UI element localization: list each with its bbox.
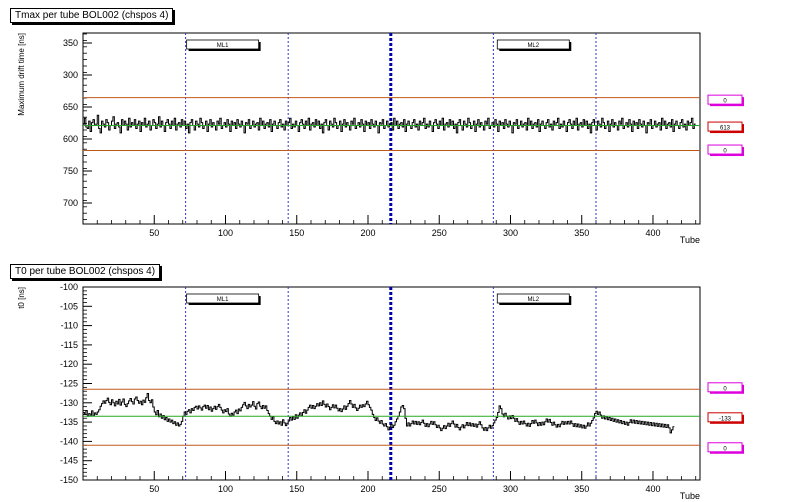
x-tick-label: 350 <box>574 484 589 494</box>
x-axis-label: Tube <box>680 235 700 245</box>
mean-label: 613 <box>720 126 731 132</box>
x-tick-label: 400 <box>645 228 660 238</box>
y-tick-label: -110 <box>61 321 78 331</box>
x-tick-label: 200 <box>360 484 375 494</box>
region-label-ml1: ML1 <box>217 297 229 303</box>
y-tick-label: 700 <box>63 198 78 208</box>
x-tick-label: 100 <box>218 228 233 238</box>
region-label-ml2: ML2 <box>527 43 539 49</box>
y-tick-label: -100 <box>60 282 78 292</box>
y-tick-label: -105 <box>60 301 78 311</box>
x-tick-label: 350 <box>574 228 589 238</box>
x-tick-label: 300 <box>503 484 518 494</box>
chart-panel-1: 350 300 650 600 750 700 50 100 150 200 250 300 350 40… <box>17 32 744 245</box>
chart-panel-2: -100 -105 -110 -115 -120 -125 -130 -135 -140 -145… <box>17 282 744 501</box>
y-tick-label: -120 <box>60 359 78 369</box>
x-tick-label: 50 <box>149 228 159 238</box>
x-tick-label: 400 <box>645 484 660 494</box>
x-tick-label: 150 <box>289 228 304 238</box>
x-tick-label: 250 <box>432 228 447 238</box>
region-label-ml2: ML2 <box>527 297 539 303</box>
x-tick-label: 100 <box>218 484 233 494</box>
y-axis-label: t0 [ns] <box>17 287 26 309</box>
x-tick-label: 250 <box>432 484 447 494</box>
y-tick-label: -140 <box>60 436 78 446</box>
x-tick-label: 50 <box>149 484 159 494</box>
chart-title-tmax: Tmax per tube BOL002 (chspos 4) <box>10 8 174 23</box>
y-tick-label: -150 <box>60 475 78 485</box>
region-label-ml1: ML1 <box>217 43 229 49</box>
y-tick-label: -135 <box>60 417 78 427</box>
mean-label: -133 <box>719 416 732 422</box>
y-tick-label: -125 <box>60 379 78 389</box>
y-axis-label: Maximum drift time [ns] <box>17 33 26 116</box>
chart-title-t0: T0 per tube BOL002 (chspos 4) <box>10 264 161 279</box>
y-tick-label: -145 <box>60 456 78 466</box>
y-tick-label: 750 <box>63 166 78 176</box>
x-tick-label: 200 <box>360 228 375 238</box>
y-tick-label: 650 <box>63 102 78 112</box>
y-tick-label: -130 <box>60 398 78 408</box>
y-tick-label: -115 <box>61 340 78 350</box>
chart-canvas: 350 300 650 600 750 700 50 100 150 200 250 300 350 40… <box>17 32 744 501</box>
y-tick-label: 350 <box>63 38 78 48</box>
x-tick-label: 150 <box>289 484 304 494</box>
y-tick-label: 300 <box>63 70 78 80</box>
x-tick-label: 300 <box>503 228 518 238</box>
y-tick-label: 600 <box>63 134 78 144</box>
x-axis-label: Tube <box>680 491 700 501</box>
